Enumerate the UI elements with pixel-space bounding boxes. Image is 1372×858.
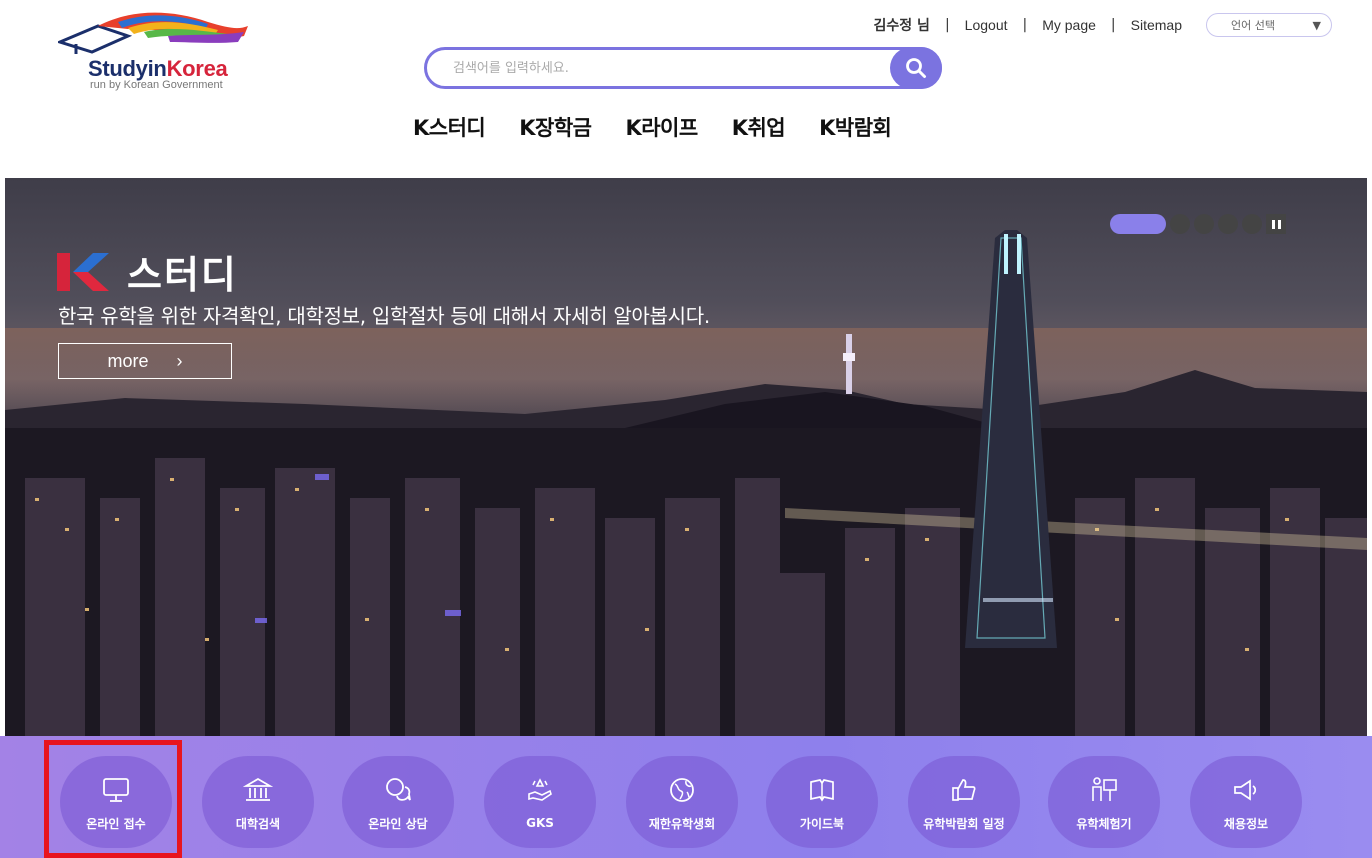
quick-menu-label: GKS — [526, 816, 554, 830]
slide-dot-5[interactable] — [1242, 214, 1262, 234]
chevron-down-icon: ▼ — [1312, 18, 1321, 32]
sitemap-link[interactable]: Sitemap — [1131, 17, 1182, 33]
more-label: more — [107, 350, 149, 371]
nav-k-expo[interactable]: K박람회 — [819, 112, 892, 142]
quick-menu-label: 채용정보 — [1223, 816, 1269, 831]
scholarship-hand-icon — [525, 774, 555, 808]
hero-description: 한국 유학을 위한 자격확인, 대학정보, 입학절차 등에 대해서 자세히 알아… — [58, 304, 710, 328]
nav-k-scholarship[interactable]: K장학금 — [519, 112, 592, 142]
hero-title: 스터디 — [57, 244, 238, 299]
search-icon — [906, 58, 926, 78]
nav-k-life[interactable]: K라이프 — [625, 112, 698, 142]
search-button[interactable] — [890, 47, 942, 89]
quick-menu-label: 유학박람회 일정 — [923, 816, 1005, 831]
mypage-link[interactable]: My page — [1042, 17, 1096, 33]
quick-menu-label: 가이드북 — [799, 816, 845, 831]
nav-k-study[interactable]: K스터디 — [413, 112, 486, 142]
quick-menu-label: 대학검색 — [235, 816, 281, 831]
presenter-icon — [1089, 773, 1119, 807]
megaphone-icon — [1231, 773, 1261, 807]
hero-heading: 스터디 — [127, 253, 238, 297]
quick-guidebook[interactable]: 가이드북 — [766, 756, 878, 848]
globe-icon — [667, 773, 697, 807]
language-select[interactable]: 언어 선택 ▼ — [1206, 13, 1332, 37]
language-select-label: 언어 선택 — [1231, 19, 1275, 32]
divider: | — [1110, 17, 1116, 33]
slide-dot-4[interactable] — [1218, 214, 1238, 234]
logout-link[interactable]: Logout — [965, 17, 1008, 33]
search-input[interactable] — [453, 58, 873, 78]
user-name: 김수정 님 — [873, 18, 930, 34]
utility-nav: 김수정 님 | Logout | My page | Sitemap 언어 선택… — [874, 13, 1332, 37]
logo-subtitle: run by Korean Government — [90, 79, 223, 91]
slide-dot-3[interactable] — [1194, 214, 1214, 234]
studyinkorea-logo[interactable]: StudyinKorea run by Korean Government — [55, 8, 278, 92]
more-button[interactable]: more › — [58, 343, 232, 379]
quick-online-consult[interactable]: 온라인 상담 — [342, 756, 454, 848]
site-header: StudyinKorea run by Korean Government 김수… — [0, 0, 1372, 178]
graduation-cap-icon — [55, 12, 248, 54]
slide-dot-1[interactable] — [1110, 214, 1166, 234]
university-icon — [243, 773, 273, 807]
book-icon — [807, 773, 837, 807]
quick-job-info[interactable]: 채용정보 — [1190, 756, 1302, 848]
thumbs-up-icon — [949, 773, 979, 807]
chevron-right-icon: › — [176, 350, 183, 371]
highlight-box — [44, 740, 182, 858]
quick-university-search[interactable]: 대학검색 — [202, 756, 314, 848]
quick-student-association[interactable]: 재한유학생회 — [626, 756, 738, 848]
k-logo-icon — [57, 252, 109, 291]
main-nav: K스터디 K장학금 K라이프 K취업 K박람회 — [413, 112, 892, 142]
quick-gks[interactable]: GKS — [484, 756, 596, 848]
divider: | — [1022, 17, 1028, 33]
chat-icon — [383, 773, 413, 807]
quick-menu-label: 재한유학생회 — [648, 816, 716, 831]
slider-pagination — [1110, 214, 1286, 234]
search-bar — [424, 47, 942, 89]
quick-menu-label: 온라인 상담 — [368, 816, 428, 831]
quick-menu-label: 유학체험기 — [1076, 816, 1132, 831]
quick-expo-schedule[interactable]: 유학박람회 일정 — [908, 756, 1020, 848]
quick-study-experience[interactable]: 유학체험기 — [1048, 756, 1160, 848]
pause-icon[interactable] — [1266, 214, 1286, 234]
nav-k-employment[interactable]: K취업 — [732, 112, 786, 142]
hero-banner: 스터디 한국 유학을 위한 자격확인, 대학정보, 입학절차 등에 대해서 자세… — [5, 178, 1367, 736]
slide-dot-2[interactable] — [1170, 214, 1190, 234]
quick-menu: 온라인 접수 대학검색 온라인 상담 GKS 재한유학생회 가이드북 유학박람회… — [0, 736, 1372, 858]
divider: | — [944, 17, 950, 33]
